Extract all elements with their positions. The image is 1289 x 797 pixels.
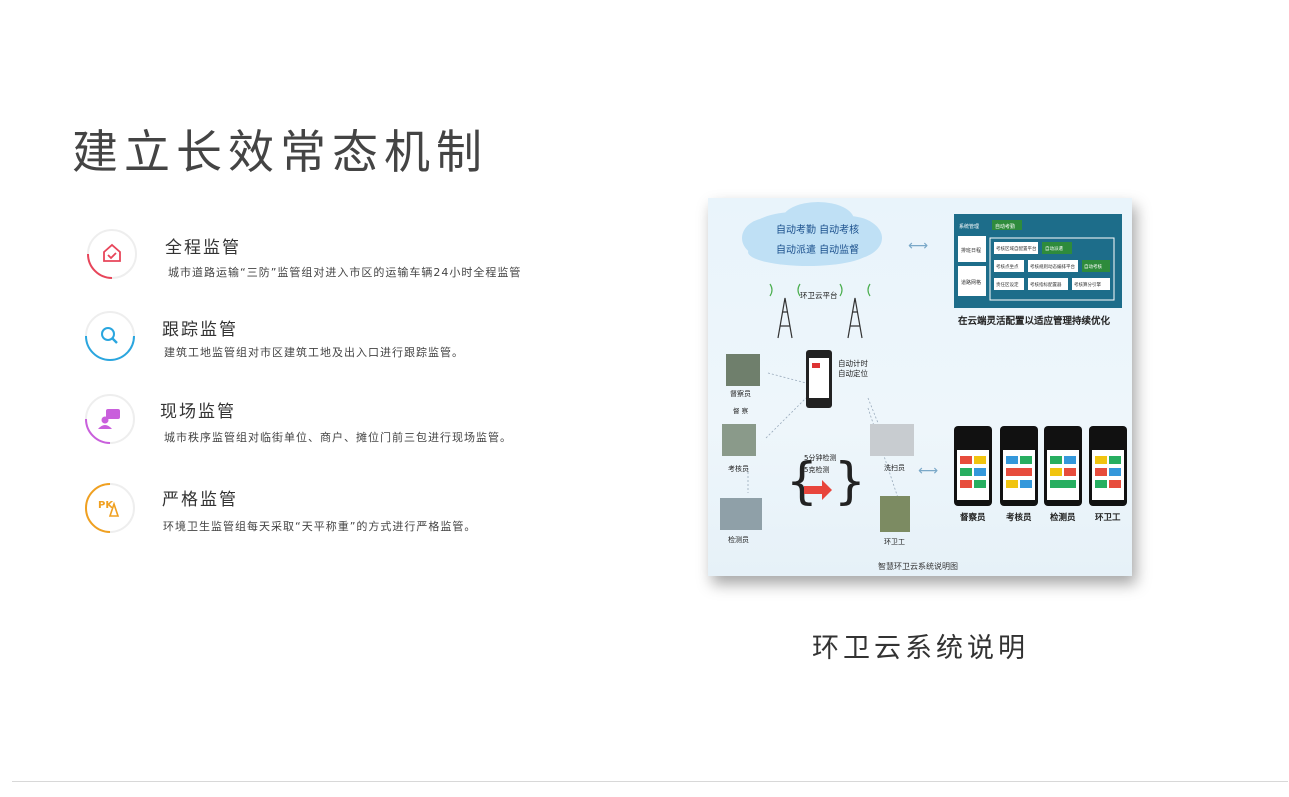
panel-cell: 考核区域自配置平台 bbox=[996, 245, 1037, 252]
item-title: 全程监管 bbox=[165, 238, 241, 258]
panel-cell: 考核指标配置器 bbox=[1030, 281, 1062, 288]
house-check-icon bbox=[87, 229, 137, 279]
platform-label: 环卫云平台 bbox=[800, 290, 838, 300]
role-label: 检测员 bbox=[728, 535, 749, 544]
panel-side-item: 排班日程 bbox=[961, 247, 981, 254]
item-title: 跟踪监管 bbox=[162, 320, 238, 340]
footer-divider bbox=[12, 781, 1288, 782]
double-arrow-icon: ⟷ bbox=[908, 238, 928, 254]
panel-caption: 在云端灵活配置以适应管理持续优化 bbox=[958, 315, 1111, 327]
phone-role-label: 考核员 bbox=[1006, 512, 1032, 523]
role-small-label: 督 察 bbox=[733, 406, 749, 415]
item-description: 城市道路运输“三防”监管组对进入市区的运输车辆24小时全程监管 bbox=[168, 266, 522, 279]
figure-title: 环卫云系统说明 bbox=[812, 633, 1029, 664]
panel-cell: 自动考核 bbox=[1084, 263, 1102, 270]
photo-tester bbox=[720, 498, 762, 530]
phone-label-2: 自动定位 bbox=[838, 368, 868, 378]
phone-group bbox=[954, 426, 1127, 506]
page-title: 建立长效常态机制 bbox=[72, 125, 488, 179]
phone-role-label: 环卫工 bbox=[1095, 513, 1121, 523]
role-label: 考核员 bbox=[728, 464, 749, 473]
role-label: 督察员 bbox=[730, 389, 751, 398]
panel-header-label: 系统管理 bbox=[959, 223, 979, 230]
phone-label-1: 自动计时 bbox=[838, 358, 868, 368]
phone-role-label: 检测员 bbox=[1050, 512, 1076, 523]
item-title: 严格监管 bbox=[162, 490, 238, 510]
item-title: 现场监管 bbox=[160, 402, 236, 422]
cloud-line-1: 自动考勤 自动考核 bbox=[776, 223, 859, 236]
panel-header-button: 自动考勤 bbox=[995, 223, 1015, 230]
pk-icon: PK bbox=[85, 483, 135, 533]
panel-cell: 考核算分引擎 bbox=[1074, 281, 1101, 288]
magnifier-icon bbox=[85, 311, 135, 361]
system-diagram-image: 自动考勤 自动考核 自动派遣 自动监督 ⟷ 环卫云平台 自动计时 自动定位 督察… bbox=[708, 198, 1132, 576]
figure-caption: 智慧环卫云系统说明图 bbox=[878, 561, 958, 571]
photo-assessor bbox=[722, 424, 756, 456]
cloud-line-2: 自动派遣 自动监督 bbox=[776, 243, 859, 256]
item-description: 环境卫生监管组每天采取“天平称重”的方式进行严格监管。 bbox=[163, 520, 477, 533]
item-description: 建筑工地监管组对市区建筑工地及出入口进行跟踪监管。 bbox=[164, 346, 464, 359]
photo-sanitation-worker bbox=[880, 496, 910, 532]
panel-cell: 考核规则动态编排平台 bbox=[1030, 263, 1075, 270]
phone-role-label: 督察员 bbox=[960, 512, 986, 523]
system-diagram: 自动考勤 自动考核 自动派遣 自动监督 ⟷ 环卫云平台 自动计时 自动定位 督察… bbox=[720, 202, 1127, 571]
item-description: 城市秩序监管组对临街单位、商户、摊位门前三包进行现场监管。 bbox=[164, 431, 512, 444]
check-label-1: 5分钟检测 bbox=[804, 453, 836, 462]
check-label-2: 5克检测 bbox=[804, 465, 829, 474]
photo-sweeper-truck bbox=[870, 424, 914, 456]
role-label: 环卫工 bbox=[884, 538, 905, 546]
role-label: 洗扫员 bbox=[884, 463, 905, 472]
panel-cell: 考核点坐点 bbox=[996, 263, 1019, 270]
panel-side-item: 道路网格 bbox=[961, 279, 981, 286]
right-brace: } bbox=[834, 452, 866, 510]
panel-cell: 自动派遣 bbox=[1045, 245, 1063, 252]
person-chat-icon bbox=[85, 394, 135, 444]
photo-inspector bbox=[726, 354, 760, 386]
panel-cell: 责任区设定 bbox=[996, 281, 1019, 288]
double-arrow-icon: ⟷ bbox=[918, 463, 938, 479]
